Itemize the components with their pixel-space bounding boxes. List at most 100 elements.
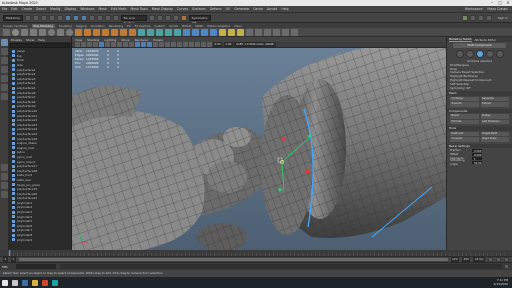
field-chart-icon[interactable] (123, 42, 128, 47)
poly-torus-icon[interactable] (48, 28, 55, 36)
four-view-layout-icon[interactable] (1, 173, 8, 180)
target-weld-button[interactable]: Target Weld (480, 131, 509, 137)
tab-attribute-editor[interactable]: Attribute Editor (475, 38, 497, 42)
resolution-gate-icon[interactable] (111, 42, 116, 47)
reverse-normals-icon[interactable] (264, 28, 271, 36)
menuset-dropdown[interactable]: Modeling (3, 14, 23, 21)
viewport-scene[interactable] (72, 37, 446, 250)
extrude-icon[interactable] (138, 28, 145, 36)
combine-icon[interactable] (75, 28, 82, 36)
graph-editor-layout-icon[interactable] (1, 191, 8, 198)
freeze-transforms-icon[interactable] (273, 28, 280, 36)
shelf-tab-poly-modeling[interactable]: Poly Modeling (31, 23, 55, 28)
menu-edit-mesh[interactable]: Edit Mesh (111, 7, 127, 11)
safe-action-icon[interactable] (129, 42, 134, 47)
average-vertices-icon[interactable] (120, 28, 127, 36)
menu-windows[interactable]: Windows (80, 7, 94, 11)
menu-select[interactable]: Select (36, 7, 46, 11)
outliner-layout-icon[interactable] (1, 182, 8, 189)
vp-menu-lighting[interactable]: Lighting (104, 38, 116, 42)
maya-app-icon[interactable] (52, 279, 58, 286)
snap-surface-icon[interactable] (112, 14, 119, 21)
shelf-tab-animation[interactable]: Animation (91, 24, 105, 28)
smooth-shade-icon[interactable] (141, 42, 146, 47)
mel-command-input[interactable] (16, 264, 56, 269)
gate-mask-icon[interactable] (117, 42, 122, 47)
menu-generate[interactable]: Generate (234, 7, 249, 11)
extract-button[interactable]: Extract (480, 102, 509, 107)
insert-edge-loop-icon[interactable] (192, 28, 199, 36)
redo-icon[interactable] (56, 14, 63, 21)
menu-edit[interactable]: Edit (11, 7, 17, 11)
poly-cube-icon[interactable] (21, 28, 28, 36)
smooth-icon[interactable] (111, 28, 118, 36)
bookmarks-icon[interactable] (87, 42, 92, 47)
multi-cut-icon[interactable] (183, 28, 190, 36)
separate-button[interactable]: Separate (480, 96, 509, 102)
quad-draw-button[interactable]: Quad Draw (480, 137, 509, 142)
soften-edge-icon[interactable] (246, 28, 253, 36)
tab-modeling-toolkit[interactable]: Modeling Toolkit (449, 37, 472, 42)
outliner-search-input[interactable] (10, 43, 70, 48)
bevel-icon[interactable] (156, 28, 163, 36)
extract-icon[interactable] (93, 28, 100, 36)
select-hierarchy-icon[interactable] (64, 14, 71, 21)
start-icon[interactable] (2, 279, 8, 286)
snap-curve-icon[interactable] (96, 14, 103, 21)
wireframe-icon[interactable] (135, 42, 140, 47)
planar-uv-icon[interactable] (219, 28, 226, 36)
snap-grid-icon[interactable] (88, 14, 95, 21)
search-icon[interactable] (12, 279, 18, 286)
image-plane-icon[interactable] (93, 42, 98, 47)
xray-icon[interactable] (195, 42, 200, 47)
workspace-dropdown[interactable]: Maya Classic (487, 7, 508, 11)
outliner-menu-show[interactable]: Show (26, 38, 34, 42)
shelf-gear-icon[interactable] (3, 28, 10, 36)
menu-uv[interactable]: UV (226, 7, 231, 11)
shelf-tab-rendering[interactable]: Rendering (109, 24, 123, 28)
fill-hole-icon[interactable] (174, 28, 181, 36)
vp-menu-view[interactable]: View (75, 38, 82, 42)
separate-icon[interactable] (84, 28, 91, 36)
lasso-tool-icon[interactable] (1, 48, 8, 55)
menu-mesh-display[interactable]: Mesh Display (152, 7, 173, 11)
isolate-select-icon[interactable] (189, 42, 194, 47)
grid-icon[interactable] (99, 42, 104, 47)
sign-in-link[interactable]: Sign In (494, 16, 512, 20)
render-frame-icon[interactable] (156, 14, 163, 21)
history-icon[interactable] (148, 14, 155, 21)
vp-menu-renderer[interactable]: Renderer (135, 38, 149, 42)
shelf-tab-custom[interactable]: Custom (154, 24, 165, 28)
uv-mode-icon[interactable] (495, 50, 504, 58)
lights-icon[interactable] (159, 42, 164, 47)
ambient-occlusion-icon[interactable] (171, 42, 176, 47)
symmetry-toggle[interactable]: Symmetry: Off (447, 87, 512, 91)
face-mode-icon[interactable] (485, 50, 494, 58)
shelf-tab-motion-graphics[interactable]: Motion Graphics (207, 24, 230, 28)
attribute-editor-toggle-icon[interactable] (469, 14, 476, 21)
select-component-icon[interactable] (80, 14, 87, 21)
menu-deform[interactable]: Deform (210, 7, 222, 11)
bevel-button[interactable]: Bevel (450, 114, 479, 119)
extrude-button[interactable]: Extrude (450, 119, 479, 125)
channel-box-toggle-icon[interactable] (485, 14, 492, 21)
camera-select-icon[interactable] (75, 42, 80, 47)
vp-menu-shading[interactable]: Shading (87, 38, 99, 42)
select-tool-icon[interactable] (1, 39, 8, 46)
xray-components-icon[interactable] (207, 42, 212, 47)
live-surface-field[interactable]: No Live Surface (120, 14, 147, 25)
save-scene-icon[interactable] (40, 14, 47, 21)
shadows-icon[interactable] (165, 42, 170, 47)
symmetry-dropdown[interactable]: Symmetry: Off (188, 14, 211, 25)
intake-ring-mesh[interactable] (261, 95, 314, 235)
menu-mesh-tools[interactable]: Mesh Tools (131, 7, 148, 11)
shelf-tab-fx-caching[interactable]: FX Caching (135, 24, 151, 28)
poly-cylinder-icon[interactable] (30, 28, 37, 36)
object-mode-icon[interactable] (455, 50, 464, 58)
poly-plane-icon[interactable] (57, 28, 64, 36)
menu-display[interactable]: Display (65, 7, 77, 11)
booleans-icon[interactable] (102, 28, 109, 36)
edge-mode-icon[interactable] (475, 50, 484, 58)
anti-aliasing-icon[interactable] (183, 42, 188, 47)
mirror-icon[interactable] (129, 28, 136, 36)
